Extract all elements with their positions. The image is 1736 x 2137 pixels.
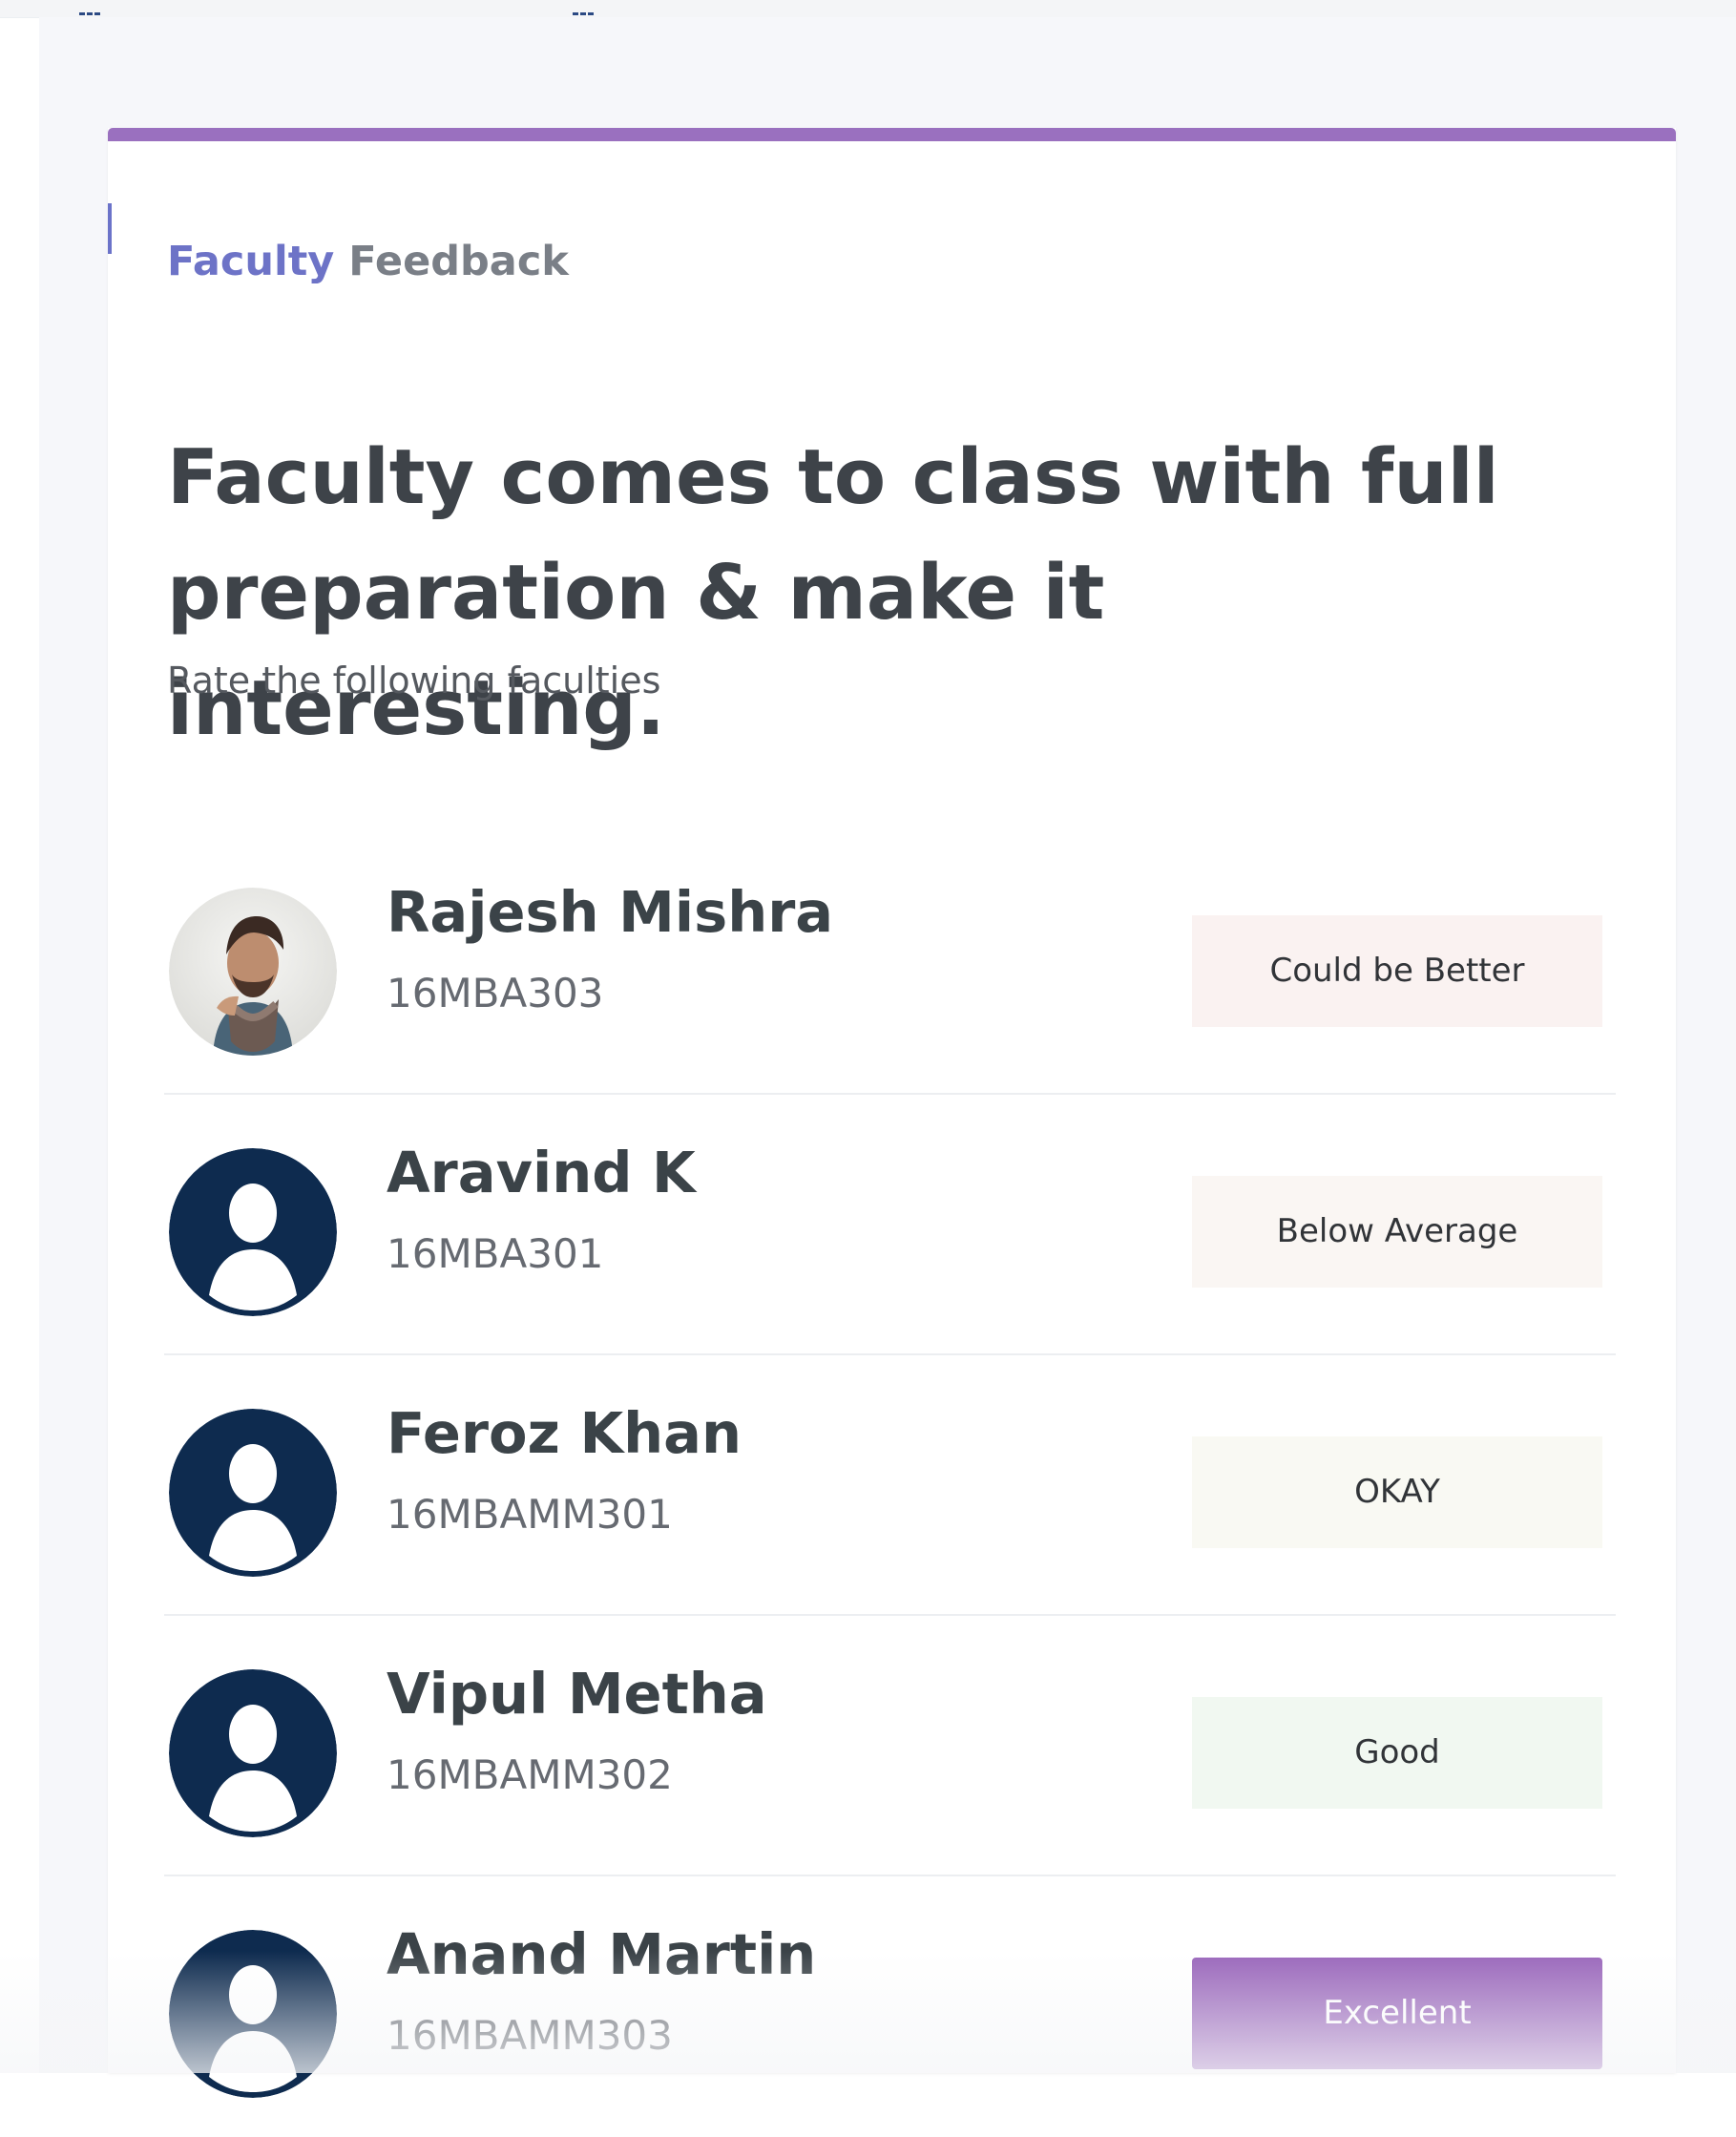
faculty-name: Rajesh Mishra (387, 879, 834, 945)
section-title: Faculty Feedback (167, 233, 569, 290)
user-avatar-icon (169, 1148, 337, 1316)
faculty-name: Anand Martin (387, 1921, 817, 1987)
rating-button-could-be-better[interactable]: Could be Better (1192, 915, 1602, 1027)
rating-button-good[interactable]: Good (1192, 1697, 1602, 1809)
rating-button-excellent[interactable]: Excellent (1192, 1958, 1602, 2069)
faculty-code: 16MBA303 (387, 970, 604, 1016)
top-strip (0, 0, 1736, 18)
faculty-row: Rajesh Mishra 16MBA303 Could be Better (164, 834, 1616, 1095)
section-title-strong: Faculty (167, 237, 335, 285)
question-text: Faculty comes to class with full prepara… (167, 432, 1499, 752)
question-subtitle: Rate the following faculties (167, 660, 661, 702)
faculty-code: 16MBAMM301 (387, 1491, 673, 1538)
faculty-row: Feroz Khan 16MBAMM301 OKAY (164, 1355, 1616, 1616)
faculty-code: 16MBAMM303 (387, 2012, 673, 2059)
faculty-name: Feroz Khan (387, 1400, 742, 1466)
faculty-code: 16MBA301 (387, 1230, 604, 1277)
faculty-feedback-card: Faculty Feedback Faculty comes to class … (108, 128, 1676, 2098)
photo-avatar-icon (169, 888, 337, 1056)
faculty-row: Anand Martin 16MBAMM303 Excellent (164, 1876, 1616, 2137)
section-marker (108, 203, 112, 254)
rating-button-below-average[interactable]: Below Average (1192, 1176, 1602, 1288)
faculty-row: Aravind K 16MBA301 Below Average (164, 1095, 1616, 1355)
user-avatar-icon (169, 1669, 337, 1837)
faculty-list: Rajesh Mishra 16MBA303 Could be Better A… (164, 834, 1616, 2137)
card-accent-bar (108, 128, 1676, 141)
section-title-light: Feedback (348, 237, 569, 285)
faculty-name: Vipul Metha (387, 1661, 767, 1727)
faculty-row: Vipul Metha 16MBAMM302 Good (164, 1616, 1616, 1876)
user-avatar-icon (169, 1409, 337, 1577)
faculty-code: 16MBAMM302 (387, 1751, 673, 1798)
rating-button-okay[interactable]: OKAY (1192, 1436, 1602, 1548)
faculty-name: Aravind K (387, 1140, 696, 1205)
